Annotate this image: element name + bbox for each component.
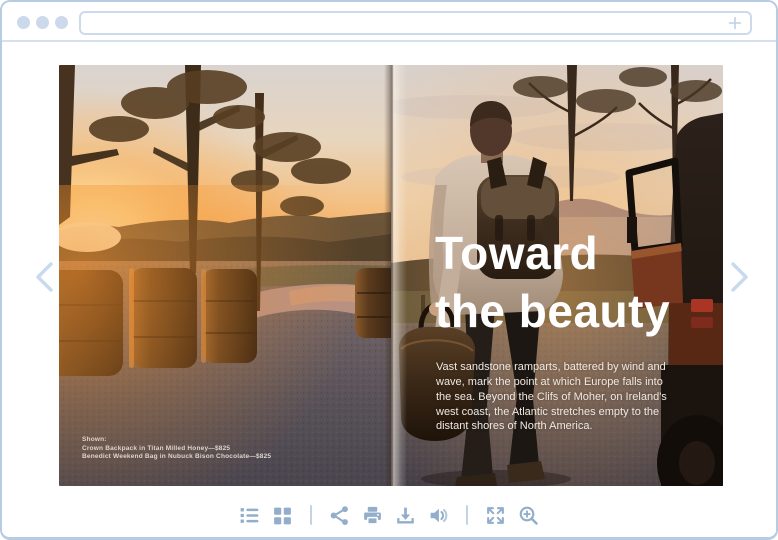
next-page-button[interactable] [724,260,754,294]
address-bar[interactable] [79,11,752,35]
thumbnails-icon [272,505,293,526]
headline-line: the beauty [435,283,670,341]
article-headline: Toward the beauty [435,225,670,341]
download-icon [395,505,416,526]
zoom-in-icon [518,505,539,526]
flipbook-stage: Shown: Crown Backpack in Titan Milled Ho… [2,42,776,537]
table-of-contents-button[interactable] [239,505,260,526]
new-tab-plus-icon[interactable] [727,15,743,31]
chevron-right-icon [724,260,754,294]
credits-label: Shown: [82,436,271,445]
table-of-contents-icon [239,505,260,526]
headline-line: Toward [435,225,670,283]
print-button[interactable] [362,505,383,526]
zoom-in-button[interactable] [518,505,539,526]
window-control-dot[interactable] [17,16,30,29]
page-right[interactable]: Toward the beauty Vast sandstone rampart… [391,65,723,486]
article-body: Vast sandstone ramparts, battered by win… [436,360,678,434]
prev-page-button[interactable] [30,260,60,294]
fullscreen-icon [485,505,506,526]
page-left[interactable]: Shown: Crown Backpack in Titan Milled Ho… [59,65,391,486]
toolbar-separator [466,505,468,525]
credit-line: Benedict Weekend Bag in Nubuck Bison Cho… [82,453,271,462]
viewer-toolbar [2,503,776,527]
toolbar-separator [310,505,312,525]
sound-icon [428,505,449,526]
sunset-vineyard-photo [59,65,391,486]
print-icon [362,505,383,526]
truck-taillight [691,299,713,312]
window-controls [17,16,68,29]
credit-line: Crown Backpack in Titan Milled Honey—$82… [82,445,271,454]
window-control-dot[interactable] [36,16,49,29]
product-credits: Shown: Crown Backpack in Titan Milled Ho… [82,436,271,462]
chevron-left-icon [30,260,60,294]
fullscreen-button[interactable] [485,505,506,526]
address-input[interactable] [81,13,727,33]
share-icon [329,505,350,526]
sound-button[interactable] [428,505,449,526]
window-control-dot[interactable] [55,16,68,29]
thumbnails-button[interactable] [272,505,293,526]
browser-window: Shown: Crown Backpack in Titan Milled Ho… [0,0,778,540]
browser-chrome [2,2,776,42]
magazine-spread[interactable]: Shown: Crown Backpack in Titan Milled Ho… [59,65,723,486]
download-button[interactable] [395,505,416,526]
share-button[interactable] [329,505,350,526]
